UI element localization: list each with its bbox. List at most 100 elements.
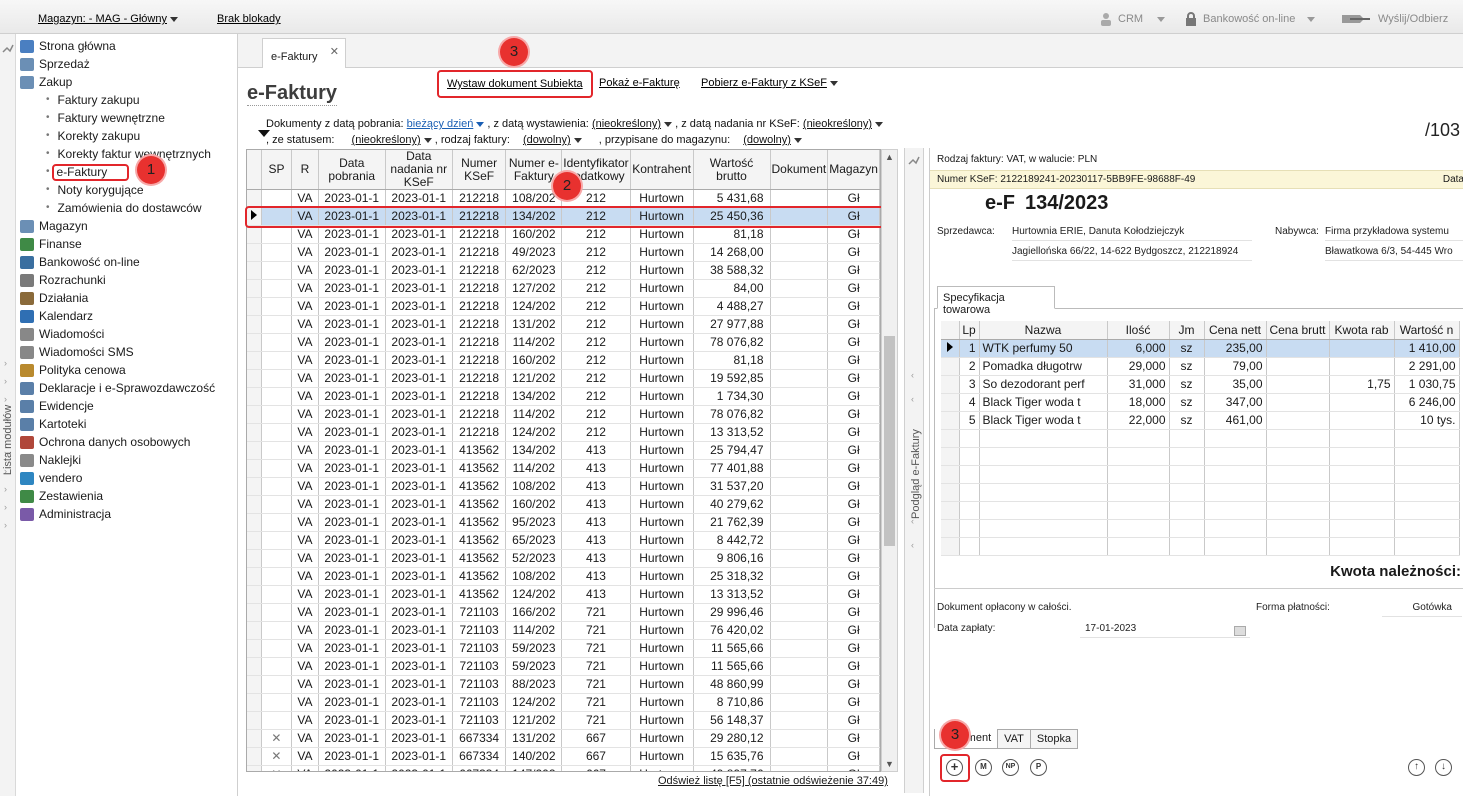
scroll-up-icon[interactable]: ▲: [885, 152, 894, 162]
sidebar-item[interactable]: Korekty faktur wewnętrznych: [16, 145, 237, 163]
table-row[interactable]: VA 2023-01-1 2023-01-1 413562 65/2023 413 Hurt…: [247, 531, 880, 550]
column-header[interactable]: SP: [261, 150, 293, 190]
arrow-down-icon[interactable]: ↓: [1435, 759, 1452, 776]
sidebar-item[interactable]: Zamówienia do dostawców: [16, 199, 237, 217]
table-row[interactable]: ✕ VA 2023-01-1 2023-01-1 667334 140/202 667 Hur…: [247, 747, 880, 766]
table-row[interactable]: VA 2023-01-1 2023-01-1 212218 160/202 212 Hurt…: [247, 351, 880, 370]
sidebar-item[interactable]: Bankowość on-line: [16, 253, 237, 271]
column-header[interactable]: Data pobrania: [318, 150, 386, 190]
item-row[interactable]: 3 So dezodorant perf 31,000 sz 35,00 1,75 1 03…: [941, 375, 1460, 394]
table-row[interactable]: VA 2023-01-1 2023-01-1 721103 124/202 721 Hurt…: [247, 693, 880, 712]
column-header[interactable]: Magazyn: [827, 150, 880, 190]
table-row[interactable]: VA 2023-01-1 2023-01-1 212218 114/202 212 Hurt…: [247, 405, 880, 424]
sidebar-item[interactable]: e-Faktury: [16, 163, 237, 181]
item-column-header[interactable]: Cena nett: [1204, 321, 1267, 340]
column-header[interactable]: R: [291, 150, 319, 190]
sidebar-item[interactable]: Wiadomości SMS: [16, 343, 237, 361]
sidebar-item[interactable]: Naklejki: [16, 451, 237, 469]
table-row[interactable]: VA 2023-01-1 2023-01-1 413562 160/202 413 Hurt…: [247, 495, 880, 514]
sidebar-item[interactable]: Finanse: [16, 235, 237, 253]
efaktury-grid[interactable]: SP R Data pobrania Data nadania nr KSeF Nume…: [246, 149, 881, 772]
sidebar-item[interactable]: Sprzedaż: [16, 55, 237, 73]
calendar-icon[interactable]: [1234, 626, 1246, 636]
issue-date-filter[interactable]: (nieokreślony): [592, 118, 673, 130]
table-row[interactable]: VA 2023-01-1 2023-01-1 413562 114/202 413 Hurt…: [247, 459, 880, 478]
lock-status-link[interactable]: Brak blokady: [217, 13, 281, 25]
banking-button[interactable]: Bankowość on-line: [1183, 11, 1316, 27]
arrow-up-icon[interactable]: ↑: [1408, 759, 1425, 776]
item-column-header[interactable]: Lp: [959, 321, 980, 340]
p-icon[interactable]: P: [1030, 759, 1047, 776]
item-column-header[interactable]: Nazwa: [979, 321, 1108, 340]
column-header[interactable]: Kontrahent: [630, 150, 694, 190]
table-row[interactable]: VA 2023-01-1 2023-01-1 413562 52/2023 413 Hurt…: [247, 549, 880, 568]
table-row[interactable]: VA 2023-01-1 2023-01-1 212218 124/202 212 Hurt…: [247, 297, 880, 316]
items-table[interactable]: Lp Nazwa Ilość Jm Cena nett Cena brutt Kwota r…: [941, 321, 1460, 556]
table-row[interactable]: VA 2023-01-1 2023-01-1 721103 166/202 721 Hurt…: [247, 603, 880, 622]
table-row[interactable]: ✕VA2023-01-12023-01-1667334147/202667Hur…: [247, 765, 880, 771]
scroll-thumb[interactable]: [884, 336, 895, 546]
np-icon[interactable]: NP: [1002, 759, 1019, 776]
item-column-header[interactable]: Ilość: [1107, 321, 1170, 340]
item-row[interactable]: 4 Black Tiger woda t 18,000 sz 347,00 6 246,0…: [941, 393, 1460, 412]
table-row[interactable]: VA 2023-01-1 2023-01-1 721103 121/202 721 Hurt…: [247, 711, 880, 730]
sidebar-item[interactable]: vendero: [16, 469, 237, 487]
warehouse-filter[interactable]: (dowolny): [743, 134, 802, 146]
column-header[interactable]: Wartość brutto: [693, 150, 771, 190]
add-icon[interactable]: +: [946, 759, 963, 776]
sidebar-item[interactable]: Korekty zakupu: [16, 127, 237, 145]
sidebar-item[interactable]: Faktury wewnętrzne: [16, 109, 237, 127]
item-row[interactable]: 1 WTK perfumy 50 6,000 sz 235,00 1 410,00: [941, 339, 1460, 358]
sidebar-item[interactable]: Magazyn: [16, 217, 237, 235]
item-row[interactable]: 2 Pomadka długotrw 29,000 sz 79,00 2 291,00: [941, 357, 1460, 376]
table-row[interactable]: VA 2023-01-1 2023-01-1 212218 114/202 212 Hurt…: [247, 333, 880, 352]
sidebar-item[interactable]: Deklaracje i e-Sprawozdawczość: [16, 379, 237, 397]
column-header[interactable]: Dokument: [770, 150, 829, 190]
item-column-header[interactable]: Wartość n: [1394, 321, 1460, 340]
sidebar-item[interactable]: Ochrona danych osobowych: [16, 433, 237, 451]
item-column-header[interactable]: Jm: [1169, 321, 1205, 340]
table-row[interactable]: VA 2023-01-1 2023-01-1 212218 134/202 212 Hurt…: [247, 387, 880, 406]
table-row[interactable]: VA 2023-01-1 2023-01-1 721103 88/2023 721 Hurt…: [247, 675, 880, 694]
crm-button[interactable]: CRM: [1098, 11, 1166, 27]
table-row[interactable]: VA 2023-01-1 2023-01-1 212218 124/202 212 Hurt…: [247, 423, 880, 442]
table-row[interactable]: VA 2023-01-1 2023-01-1 212218 121/202 212 Hurt…: [247, 369, 880, 388]
table-row[interactable]: VA 2023-01-1 2023-01-1 212218 160/202 212 Hurt…: [247, 225, 880, 244]
table-row[interactable]: VA 2023-01-1 2023-01-1 721103 114/202 721 Hurt…: [247, 621, 880, 640]
sidebar-item[interactable]: Zestawienia: [16, 487, 237, 505]
sidebar-item[interactable]: Rozrachunki: [16, 271, 237, 289]
table-row[interactable]: VA 2023-01-1 2023-01-1 413562 124/202 413 Hurt…: [247, 585, 880, 604]
sidebar-item[interactable]: Strona główna: [16, 37, 237, 55]
sidebar-item[interactable]: Polityka cenowa: [16, 361, 237, 379]
table-row[interactable]: VA 2023-01-1 2023-01-1 721103 59/2023 721 Hurt…: [247, 657, 880, 676]
tab-stopka[interactable]: Stopka: [1029, 729, 1079, 749]
m-icon[interactable]: M: [975, 759, 992, 776]
status-filter[interactable]: (nieokreślony): [352, 134, 432, 146]
show-efaktura-link[interactable]: Pokaż e-Fakturę: [599, 77, 680, 89]
issue-document-button[interactable]: Wystaw dokument Subiekta: [437, 70, 593, 98]
sidebar-item[interactable]: Zakup: [16, 73, 237, 91]
tab-efaktury[interactable]: e-Faktury ✕: [262, 38, 346, 69]
table-row[interactable]: VA 2023-01-1 2023-01-1 212218 131/202 212 Hurt…: [247, 315, 880, 334]
table-row[interactable]: ✕ VA 2023-01-1 2023-01-1 667334 131/202 667 Hur…: [247, 729, 880, 748]
column-header[interactable]: Numer KSeF: [452, 150, 507, 190]
sidebar-item[interactable]: Kartoteki: [16, 415, 237, 433]
download-date-filter[interactable]: bieżący dzień: [407, 118, 485, 130]
tab-specification[interactable]: Specyfikacja towarowa: [937, 286, 1055, 316]
sidebar-item[interactable]: Administracja: [16, 505, 237, 523]
table-row[interactable]: VA 2023-01-1 2023-01-1 212218 49/2023 212 Hurt…: [247, 243, 880, 262]
refresh-list-link[interactable]: Odśwież listę [F5] (ostatnie odświeżenie…: [658, 775, 888, 787]
sidebar-item[interactable]: Noty korygujące: [16, 181, 237, 199]
table-row[interactable]: VA 2023-01-1 2023-01-1 413562 134/202 413 Hurt…: [247, 441, 880, 460]
table-row[interactable]: VA 2023-01-1 2023-01-1 212218 127/202 212 Hurt…: [247, 279, 880, 298]
close-icon[interactable]: ✕: [330, 45, 339, 58]
column-header[interactable]: Data nadania nr KSeF: [385, 150, 453, 190]
send-receive-button[interactable]: Wyślij/Odbierz: [1340, 11, 1448, 27]
grid-scrollbar[interactable]: ▲ ▼: [881, 149, 898, 772]
table-row[interactable]: VA 2023-01-1 2023-01-1 413562 95/2023 413 Hurt…: [247, 513, 880, 532]
tab-vat[interactable]: VAT: [997, 729, 1031, 749]
item-column-header[interactable]: Kwota rab: [1329, 321, 1395, 340]
sidebar-item[interactable]: Działania: [16, 289, 237, 307]
invoice-type-filter[interactable]: (dowolny): [523, 134, 582, 146]
sidebar-item[interactable]: Ewidencje: [16, 397, 237, 415]
